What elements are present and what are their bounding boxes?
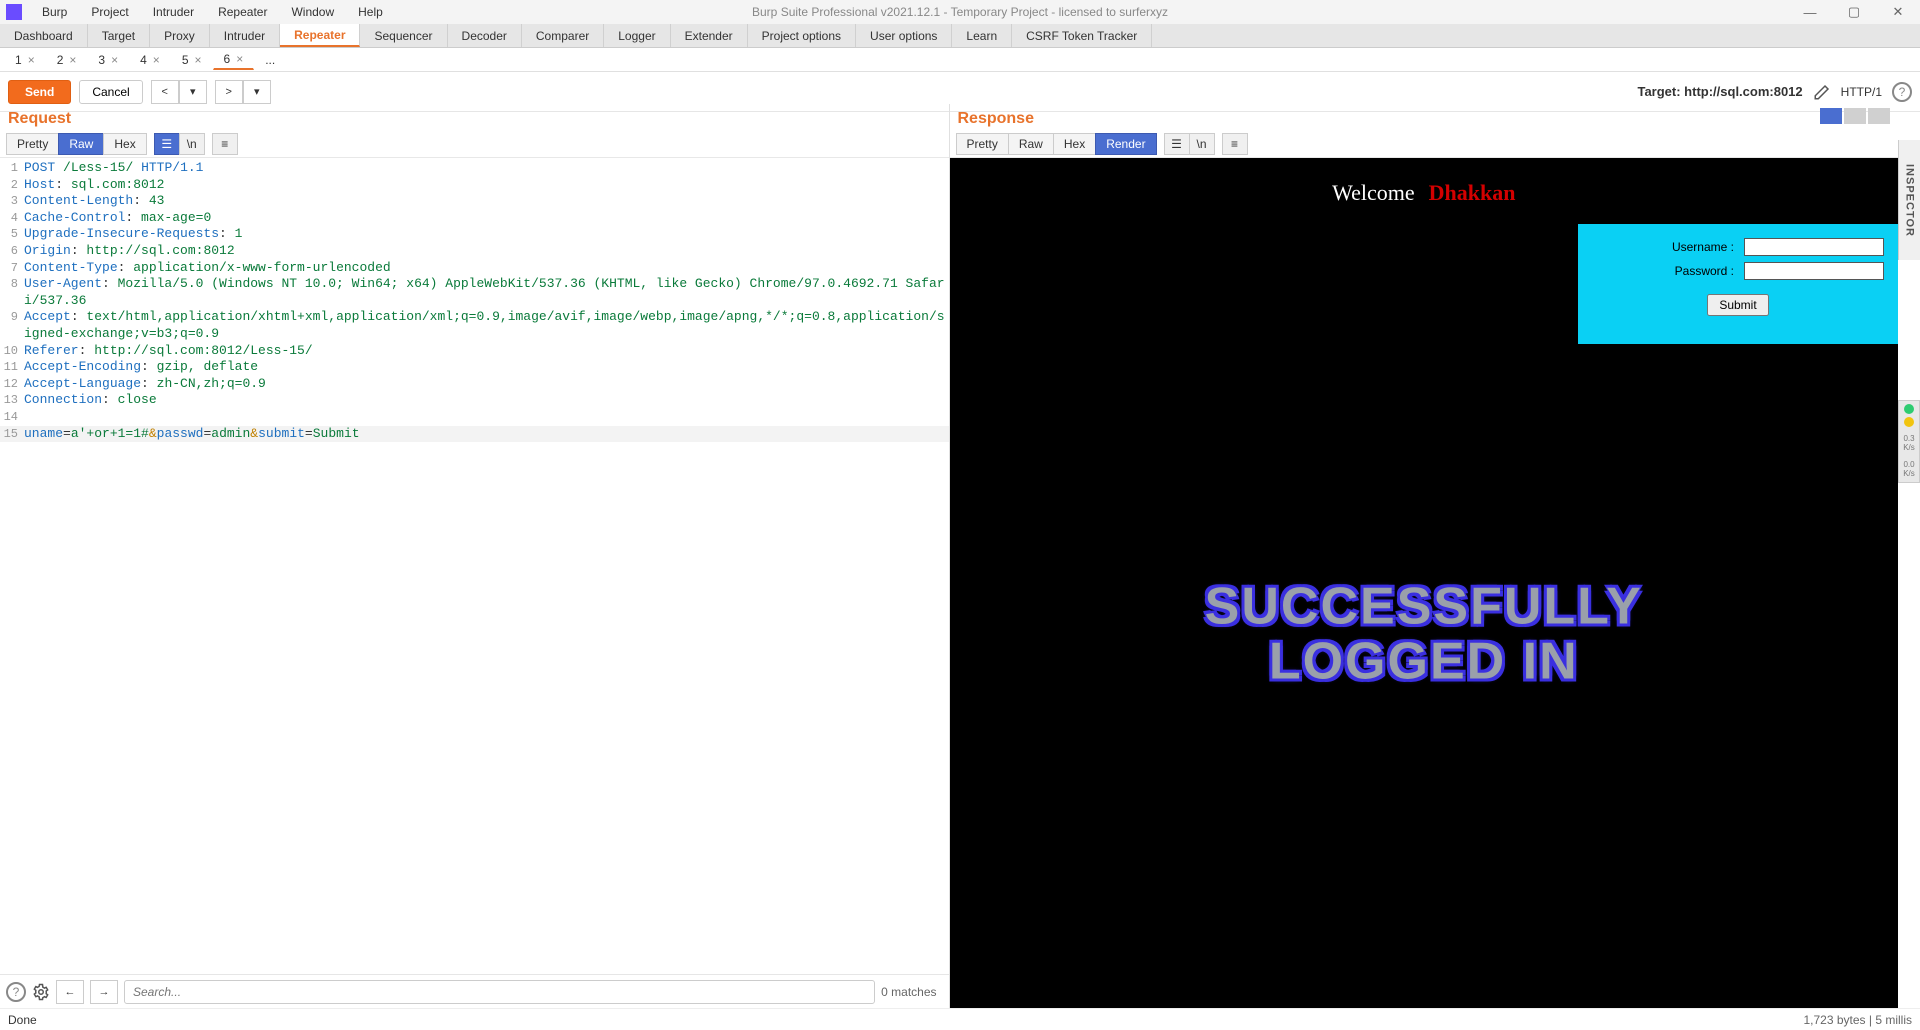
- toggle-wrap-icon[interactable]: ☰: [1164, 133, 1190, 155]
- app-title: Burp Suite Professional v2021.12.1 - Tem…: [752, 5, 1168, 19]
- tab-logger[interactable]: Logger: [604, 24, 670, 47]
- send-button[interactable]: Send: [8, 80, 71, 104]
- cancel-button[interactable]: Cancel: [79, 80, 142, 104]
- close-icon[interactable]: ×: [236, 52, 243, 66]
- http-version-toggle[interactable]: HTTP/1: [1841, 85, 1882, 99]
- toggle-nonprintable-icon[interactable]: \n: [179, 133, 205, 155]
- request-mode-hex[interactable]: Hex: [103, 133, 146, 155]
- password-field[interactable]: [1744, 262, 1884, 280]
- titlebar: Burp Project Intruder Repeater Window He…: [0, 0, 1920, 24]
- close-icon[interactable]: ×: [153, 53, 160, 67]
- subtab-5[interactable]: 5×: [171, 50, 213, 70]
- request-pane: Request Pretty Raw Hex ☰ \n ≡ 1POST /Les…: [0, 104, 950, 1008]
- welcome-text: WelcomeDhakkan: [1332, 180, 1515, 206]
- tab-user-options[interactable]: User options: [856, 24, 952, 47]
- history-forward-button[interactable]: >: [215, 80, 243, 104]
- search-prev-button[interactable]: ←: [56, 980, 84, 1004]
- tab-intruder[interactable]: Intruder: [210, 24, 280, 47]
- tab-csrf-token-tracker[interactable]: CSRF Token Tracker: [1012, 24, 1152, 47]
- history-back-button[interactable]: <: [151, 80, 179, 104]
- response-mode-render[interactable]: Render: [1095, 133, 1156, 155]
- subtab-3[interactable]: 3×: [87, 50, 129, 70]
- menu-intruder[interactable]: Intruder: [143, 3, 204, 21]
- password-label: Password :: [1675, 264, 1734, 278]
- inspector-toggle[interactable]: INSPECTOR: [1898, 140, 1920, 260]
- history-back-menu[interactable]: ▾: [179, 80, 207, 104]
- menu-burp[interactable]: Burp: [32, 3, 77, 21]
- app-icon: [6, 4, 22, 20]
- repeater-subtabs: 1× 2× 3× 4× 5× 6× ...: [0, 48, 1920, 72]
- response-mode-hex[interactable]: Hex: [1053, 133, 1096, 155]
- subtab-4[interactable]: 4×: [129, 50, 171, 70]
- history-back-group: < ▾: [151, 80, 207, 104]
- tab-repeater[interactable]: Repeater: [280, 24, 360, 47]
- subtab-2[interactable]: 2×: [46, 50, 88, 70]
- network-indicator: 0.3K/s 0.0K/s: [1898, 400, 1920, 483]
- rendered-page[interactable]: WelcomeDhakkan Username : Password : Sub…: [950, 158, 1899, 1008]
- request-mode-raw[interactable]: Raw: [58, 133, 104, 155]
- menu-repeater[interactable]: Repeater: [208, 3, 277, 21]
- login-submit-button[interactable]: Submit: [1707, 294, 1768, 316]
- response-mode-raw[interactable]: Raw: [1008, 133, 1054, 155]
- status-right: 1,723 bytes | 5 millis: [1804, 1013, 1913, 1027]
- history-forward-menu[interactable]: ▾: [243, 80, 271, 104]
- request-mode-pretty[interactable]: Pretty: [6, 133, 59, 155]
- response-title: Response: [950, 104, 1899, 130]
- history-forward-group: > ▾: [215, 80, 271, 104]
- subtab-6[interactable]: 6×: [213, 49, 255, 70]
- status-bar: Done 1,723 bytes | 5 millis: [0, 1008, 1920, 1030]
- close-icon[interactable]: ×: [111, 53, 118, 67]
- menu-help[interactable]: Help: [348, 3, 393, 21]
- status-dot-yellow-icon: [1904, 417, 1914, 427]
- request-actions-icon[interactable]: ≡: [212, 133, 238, 155]
- toggle-wrap-icon[interactable]: ☰: [154, 133, 180, 155]
- tab-proxy[interactable]: Proxy: [150, 24, 210, 47]
- response-actions-icon[interactable]: ≡: [1222, 133, 1248, 155]
- menu-window[interactable]: Window: [281, 3, 344, 21]
- target-label: Target: http://sql.com:8012: [1637, 84, 1802, 99]
- content-area: Request Pretty Raw Hex ☰ \n ≡ 1POST /Les…: [0, 104, 1898, 1008]
- close-button[interactable]: ✕: [1876, 0, 1920, 24]
- success-banner: SUCCESSFULLY LOGGED IN: [1205, 579, 1643, 688]
- tab-learn[interactable]: Learn: [952, 24, 1012, 47]
- status-dot-green-icon: [1904, 404, 1914, 414]
- subtab-more[interactable]: ...: [254, 50, 286, 70]
- search-input[interactable]: [124, 980, 875, 1004]
- status-left: Done: [8, 1013, 37, 1027]
- search-next-button[interactable]: →: [90, 980, 118, 1004]
- settings-gear-icon[interactable]: [32, 983, 50, 1001]
- minimize-button[interactable]: —: [1788, 0, 1832, 24]
- search-bar: ? ← → 0 matches: [0, 974, 949, 1008]
- search-matches: 0 matches: [881, 985, 942, 999]
- menu-project[interactable]: Project: [81, 3, 138, 21]
- search-help-icon[interactable]: ?: [6, 982, 26, 1002]
- close-icon[interactable]: ×: [69, 53, 76, 67]
- login-form: Username : Password : Submit: [1578, 224, 1898, 344]
- close-icon[interactable]: ×: [28, 53, 35, 67]
- username-field[interactable]: [1744, 238, 1884, 256]
- maximize-button[interactable]: ▢: [1832, 0, 1876, 24]
- tab-extender[interactable]: Extender: [671, 24, 748, 47]
- edit-target-icon[interactable]: [1813, 83, 1831, 101]
- main-tabs: Dashboard Target Proxy Intruder Repeater…: [0, 24, 1920, 48]
- help-icon[interactable]: ?: [1892, 82, 1912, 102]
- tab-decoder[interactable]: Decoder: [448, 24, 522, 47]
- tab-comparer[interactable]: Comparer: [522, 24, 604, 47]
- username-label: Username :: [1672, 240, 1734, 254]
- response-pane: Response Pretty Raw Hex Render ☰ \n ≡ We…: [950, 104, 1899, 1008]
- close-icon[interactable]: ×: [195, 53, 202, 67]
- response-viewmodes: Pretty Raw Hex Render ☰ \n ≡: [950, 130, 1899, 158]
- tab-target[interactable]: Target: [88, 24, 150, 47]
- response-mode-pretty[interactable]: Pretty: [956, 133, 1009, 155]
- toggle-nonprintable-icon[interactable]: \n: [1189, 133, 1215, 155]
- menu-bar: Burp Project Intruder Repeater Window He…: [28, 3, 393, 21]
- tab-dashboard[interactable]: Dashboard: [0, 24, 88, 47]
- request-viewmodes: Pretty Raw Hex ☰ \n ≡: [0, 130, 949, 158]
- tab-project-options[interactable]: Project options: [748, 24, 856, 47]
- request-editor[interactable]: 1POST /Less-15/ HTTP/1.12Host: sql.com:8…: [0, 158, 949, 974]
- subtab-1[interactable]: 1×: [4, 50, 46, 70]
- request-title: Request: [0, 104, 949, 130]
- tab-sequencer[interactable]: Sequencer: [360, 24, 447, 47]
